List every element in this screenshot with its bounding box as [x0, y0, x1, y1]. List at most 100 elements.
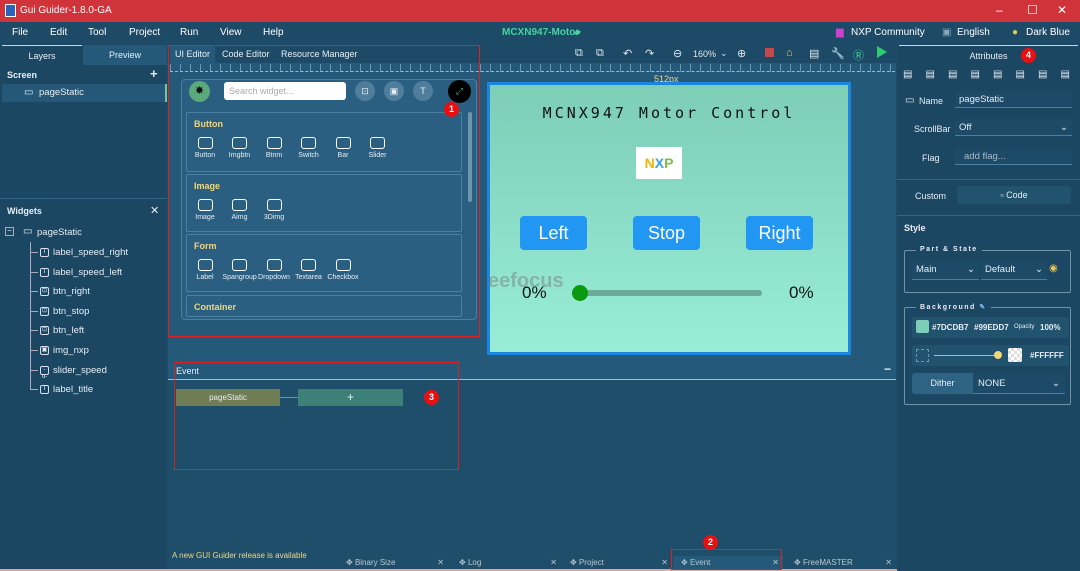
- slider-knob[interactable]: [572, 285, 588, 301]
- align-center-v-icon[interactable]: ▤: [993, 69, 1002, 80]
- tree-item[interactable]: -o-slider_speed: [40, 364, 107, 380]
- minimize-panel-button[interactable]: −: [884, 362, 891, 376]
- slider-knob[interactable]: [994, 351, 1002, 359]
- theme-select[interactable]: Dark Blue: [1026, 27, 1070, 38]
- align-right-icon[interactable]: ▤: [948, 69, 957, 80]
- code-button[interactable]: ▫ Code: [957, 186, 1071, 204]
- close-tab-icon[interactable]: ✕: [661, 556, 668, 569]
- distribute-v-icon[interactable]: ▤: [1061, 69, 1070, 80]
- stop-icon[interactable]: [765, 48, 774, 57]
- tab-layers[interactable]: Layers: [2, 45, 82, 65]
- color-swatch[interactable]: [916, 320, 929, 333]
- update-notice[interactable]: A new GUI Guider release is available: [172, 551, 307, 560]
- menu-run[interactable]: Run: [180, 27, 198, 38]
- close-tab-icon[interactable]: ✕: [550, 556, 557, 569]
- chevron-down-icon[interactable]: ⌄: [720, 48, 728, 59]
- chevron-down-icon: ⌄: [1060, 122, 1068, 133]
- flag-input[interactable]: add flag...: [955, 148, 1072, 165]
- nxp-logo-image[interactable]: NXP: [636, 147, 682, 179]
- image-color-value[interactable]: #FFFFFF: [1030, 351, 1064, 360]
- image-opacity-slider[interactable]: [934, 355, 998, 356]
- bottom-tab-project[interactable]: ✥ Project ✕: [562, 556, 672, 569]
- close-button[interactable]: ✕: [1057, 3, 1067, 17]
- eye-icon[interactable]: ◉: [1049, 263, 1058, 274]
- redo-icon[interactable]: ↷: [645, 47, 654, 60]
- tree-item[interactable]: ⊡ btn_right: [40, 286, 90, 297]
- speed-left-label[interactable]: 0%: [522, 283, 547, 303]
- bottom-tab-binary-size[interactable]: ✥ Binary Size ✕: [338, 556, 448, 569]
- tree-item[interactable]: Tlabel_speed_left: [40, 267, 122, 278]
- folder-icon[interactable]: ▰: [574, 27, 581, 38]
- tree-item-label: img_nxp: [53, 345, 89, 356]
- left-button[interactable]: Left: [520, 216, 587, 250]
- align-bottom-icon[interactable]: ▤: [1016, 69, 1025, 80]
- menu-project[interactable]: Project: [129, 27, 160, 38]
- add-screen-button[interactable]: +: [150, 66, 158, 81]
- tree-item[interactable]: Tlabel_speed_right: [40, 247, 128, 258]
- tree-item-label: btn_right: [53, 286, 90, 298]
- menu-file[interactable]: File: [12, 27, 28, 38]
- state-select[interactable]: Default ⌄: [981, 261, 1047, 280]
- speed-right-label[interactable]: 0%: [789, 283, 814, 303]
- menu-view[interactable]: View: [220, 27, 242, 38]
- zoom-out-icon[interactable]: ⊖: [673, 47, 682, 60]
- canvas-title-label[interactable]: MCNX947 Motor Control: [487, 104, 851, 122]
- button-icon: ⊡: [40, 287, 49, 297]
- menu-help[interactable]: Help: [263, 27, 284, 38]
- speed-slider[interactable]: [580, 290, 762, 296]
- zoom-in-icon[interactable]: ⊕: [737, 47, 746, 60]
- part-select[interactable]: Main ⌄: [912, 261, 979, 280]
- tree-root[interactable]: pageStatic: [37, 227, 82, 238]
- menu-tool[interactable]: Tool: [88, 27, 106, 38]
- opacity-value[interactable]: 100%: [1040, 323, 1060, 332]
- tree-item[interactable]: ⊡ btn_left: [40, 325, 84, 336]
- bottom-tab-freemaster[interactable]: ✥ FreeMASTER ✕: [786, 556, 896, 569]
- right-button[interactable]: Right: [746, 216, 813, 250]
- dither-select[interactable]: NONE ⌄: [973, 373, 1065, 394]
- custom-label: Custom: [915, 191, 947, 201]
- image-color-swatch[interactable]: [1008, 348, 1022, 362]
- tree-collapse-toggle[interactable]: −: [5, 227, 14, 236]
- align-center-h-icon[interactable]: ▤: [926, 69, 935, 80]
- bring-front-icon[interactable]: ⧉: [575, 47, 583, 60]
- undo-icon[interactable]: ↶: [623, 47, 632, 60]
- run-icon[interactable]: [877, 46, 887, 58]
- wrench-icon[interactable]: 🔧: [831, 47, 845, 60]
- image-placeholder-icon[interactable]: [916, 349, 929, 362]
- tree-item[interactable]: Tlabel_title: [40, 384, 93, 395]
- name-input[interactable]: pageStatic: [955, 91, 1072, 108]
- close-tab-icon[interactable]: ✕: [885, 556, 892, 569]
- tab-label: Log: [467, 558, 482, 567]
- tree-item-label: label_speed_right: [53, 247, 129, 258]
- tree-item[interactable]: ⊡ btn_stop: [40, 306, 89, 317]
- align-left-icon[interactable]: ▤: [903, 69, 912, 80]
- close-tab-icon[interactable]: ✕: [437, 556, 444, 569]
- menu-edit[interactable]: Edit: [50, 27, 67, 38]
- distribute-h-icon[interactable]: ▤: [1038, 69, 1047, 80]
- language-select[interactable]: English: [957, 27, 990, 38]
- tab-preview[interactable]: Preview: [83, 45, 167, 65]
- bottom-tab-log[interactable]: ✥ Log ✕: [451, 556, 561, 569]
- screen-item-pagestatic[interactable]: ▭ pageStatic: [2, 84, 167, 102]
- stop-button[interactable]: Stop: [633, 216, 700, 250]
- zoom-level[interactable]: 160%: [693, 49, 716, 59]
- minimize-button[interactable]: –: [996, 3, 1003, 17]
- annotation-box-1: [168, 45, 480, 337]
- send-back-icon[interactable]: ⧉: [596, 47, 604, 60]
- tree-item[interactable]: ▣ img_nxp: [40, 345, 89, 356]
- clean-icon[interactable]: ⌂: [786, 47, 793, 59]
- collapse-icon[interactable]: ✕: [150, 204, 159, 217]
- color2-value[interactable]: #99EDD7: [974, 323, 1009, 332]
- align-top-icon[interactable]: ▤: [971, 69, 980, 80]
- label-icon: T: [40, 385, 49, 395]
- maximize-button[interactable]: ☐: [1027, 3, 1038, 17]
- tree-item-label: slider_speed: [53, 364, 107, 376]
- divider: [897, 179, 1080, 180]
- monitor-icon: ▭: [905, 95, 915, 106]
- register-icon[interactable]: Ⓡ: [853, 47, 864, 63]
- scrollbar-select[interactable]: Off ⌄: [955, 119, 1072, 136]
- generate-code-icon[interactable]: ▤: [809, 47, 819, 60]
- nxp-community-link[interactable]: NXP Community: [851, 27, 925, 38]
- color1-value[interactable]: #7DCDB7: [932, 323, 968, 332]
- part-value: Main: [916, 264, 937, 275]
